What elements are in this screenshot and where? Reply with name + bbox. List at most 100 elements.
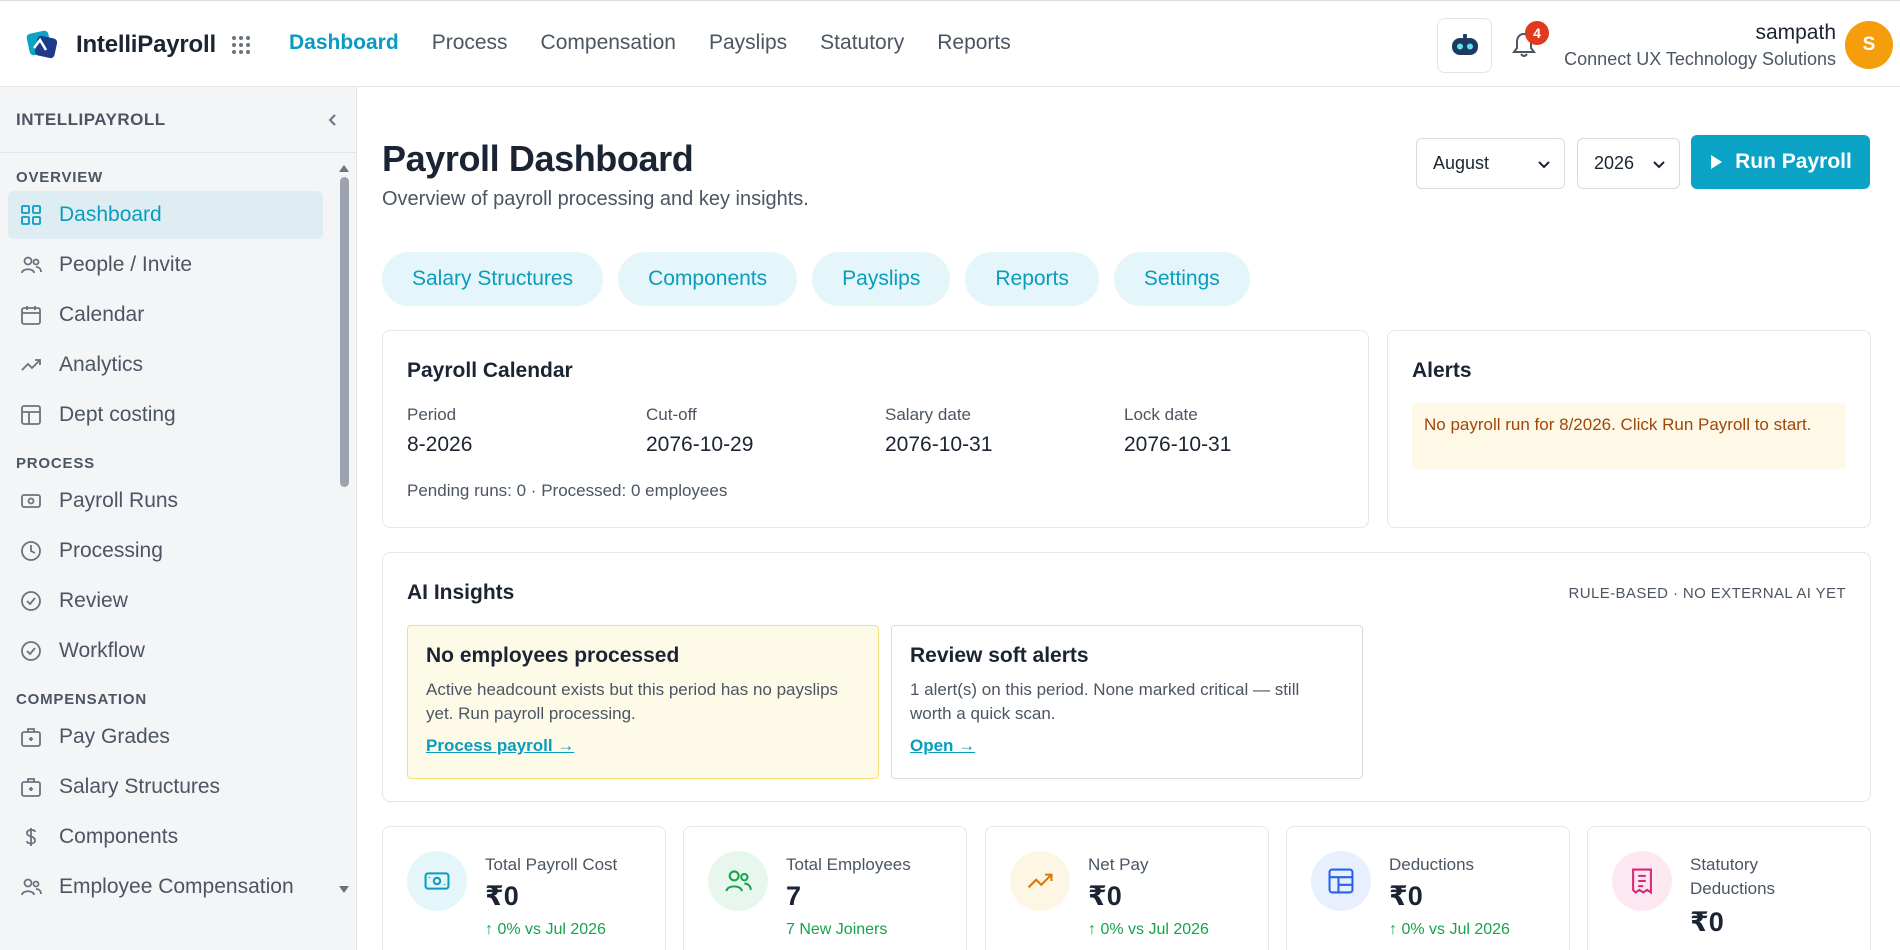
stat-delta: ↑ 0% vs Jul 2026 (1389, 921, 1510, 938)
play-icon (1711, 155, 1723, 169)
sidebar-item-workflow[interactable]: Workflow (8, 627, 323, 675)
topnav-dashboard[interactable]: Dashboard (289, 31, 399, 55)
insight-card: No employees processed Active headcount … (407, 625, 879, 779)
scroll-down-icon[interactable] (337, 883, 351, 897)
card-title: AI Insights (407, 581, 515, 604)
calendar-field-salary-date: Salary date 2076-10-31 (885, 405, 992, 457)
card-title: Payroll Calendar (407, 359, 573, 382)
stat-label: Net Pay (1088, 855, 1149, 874)
sidebar-menu: OVERVIEW Dashboard People / Invite Calen… (0, 153, 356, 950)
topnav-reports[interactable]: Reports (937, 31, 1011, 55)
sidebar-item-payroll-runs[interactable]: Payroll Runs (8, 477, 323, 525)
people-icon (708, 851, 768, 911)
stat-card-net-pay[interactable]: Net Pay ₹0 ↑ 0% vs Jul 2026 (985, 826, 1269, 950)
ai-assistant-button[interactable] (1437, 18, 1492, 73)
topnav-payslips[interactable]: Payslips (709, 31, 787, 55)
sidebar-item-label: Salary Structures (59, 775, 221, 798)
robot-icon (1451, 33, 1478, 55)
calendar-field-period: Period 8-2026 (407, 405, 472, 457)
chip-settings[interactable]: Settings (1113, 252, 1250, 306)
stat-label: Total Employees (786, 855, 911, 874)
chip-payslips[interactable]: Payslips (812, 252, 951, 306)
stat-label: Total Payroll Cost (485, 855, 618, 874)
briefcase-icon (20, 726, 42, 748)
topnav-statutory[interactable]: Statutory (820, 31, 904, 55)
trend-icon (20, 354, 42, 376)
check-circle-icon (20, 640, 42, 662)
sidebar-item-label: Analytics (59, 353, 144, 376)
cash-icon (407, 851, 467, 911)
chevron-down-icon (1538, 161, 1550, 169)
scroll-up-icon[interactable] (337, 161, 351, 175)
top-navigation-bar: IntelliPayroll Dashboard Process Compens… (0, 0, 1900, 87)
main-content: Payroll Dashboard Overview of payroll pr… (358, 88, 1900, 950)
stat-card-total-payroll-cost[interactable]: Total Payroll Cost ₹0 ↑ 0% vs Jul 2026 (382, 826, 666, 950)
stat-value: ₹0 (1389, 881, 1423, 911)
calendar-icon (20, 304, 42, 326)
sidebar-item-dept-costing[interactable]: Dept costing (8, 391, 323, 439)
sidebar-item-dashboard[interactable]: Dashboard (8, 191, 323, 239)
sidebar-item-label: Calendar (59, 303, 145, 326)
scrollbar-thumb[interactable] (340, 177, 349, 487)
sidebar-item-review[interactable]: Review (8, 577, 323, 625)
top-nav: Dashboard Process Compensation Payslips … (289, 31, 1044, 55)
avatar[interactable]: S (1845, 21, 1893, 69)
topnav-process[interactable]: Process (432, 31, 508, 55)
clock-icon (20, 540, 42, 562)
stat-card-deductions[interactable]: Deductions ₹0 ↑ 0% vs Jul 2026 (1286, 826, 1570, 950)
chip-components[interactable]: Components (618, 252, 798, 306)
receipt-icon (1612, 851, 1672, 911)
sidebar-item-components[interactable]: Components (8, 813, 323, 861)
sidebar-item-employee-compensation[interactable]: Employee Compensation (8, 863, 323, 911)
month-select-value: August (1433, 153, 1490, 173)
grid-icon (20, 204, 42, 226)
user-info[interactable]: sampath Connect UX Technology Solutions (1564, 21, 1836, 70)
chip-salary-structures[interactable]: Salary Structures (382, 252, 604, 306)
sidebar: INTELLIPAYROLL OVERVIEW Dashboard People… (0, 87, 357, 950)
sidebar-item-label: Workflow (59, 639, 145, 662)
table-icon (20, 404, 42, 426)
ai-mode-tag: RULE-BASED · NO EXTERNAL AI YET (1568, 585, 1846, 602)
chip-reports[interactable]: Reports (965, 252, 1099, 306)
sidebar-section-compensation: COMPENSATION (16, 691, 147, 708)
run-payroll-label: Run Payroll (1735, 150, 1852, 173)
sidebar-header: INTELLIPAYROLL (0, 87, 356, 153)
stat-delta: ↑ 0% vs Jul 2026 (1088, 921, 1209, 938)
stat-delta: 7 New Joiners (786, 921, 888, 938)
sidebar-item-label: Review (59, 589, 128, 612)
calendar-summary: Pending runs: 0 · Processed: 0 employees (407, 481, 728, 500)
sidebar-item-label: People / Invite (59, 253, 193, 276)
sidebar-scrollbar[interactable] (337, 155, 351, 950)
field-label: Period (407, 405, 457, 424)
sidebar-item-pay-grades[interactable]: Pay Grades (8, 713, 323, 761)
apps-grid-icon[interactable] (230, 34, 252, 56)
card-title: Alerts (1412, 359, 1472, 382)
field-value: 2076-10-31 (1124, 433, 1232, 456)
stat-card-total-employees[interactable]: Total Employees 7 7 New Joiners (683, 826, 967, 950)
sidebar-item-calendar[interactable]: Calendar (8, 291, 323, 339)
stat-card-statutory-deductions[interactable]: Statutory Deductions ₹0 (1587, 826, 1871, 950)
collapse-sidebar-icon[interactable] (326, 113, 340, 127)
app-name: IntelliPayroll (76, 31, 216, 58)
sidebar-item-processing[interactable]: Processing (8, 527, 323, 575)
alerts-card: Alerts No payroll run for 8/2026. Click … (1387, 330, 1871, 528)
sidebar-item-people-invite[interactable]: People / Invite (8, 241, 323, 289)
year-select[interactable]: 2026 (1577, 138, 1680, 189)
sidebar-item-analytics[interactable]: Analytics (8, 341, 323, 389)
topnav-compensation[interactable]: Compensation (541, 31, 676, 55)
process-payroll-link[interactable]: Process payroll → (426, 736, 574, 756)
field-label: Salary date (885, 405, 971, 424)
run-payroll-button[interactable]: Run Payroll (1691, 135, 1870, 189)
month-select[interactable]: August (1416, 138, 1565, 189)
trend-icon (1010, 851, 1070, 911)
stat-value: ₹0 (1690, 907, 1724, 937)
stat-value: ₹0 (1088, 881, 1122, 911)
sidebar-item-salary-structures[interactable]: Salary Structures (8, 763, 323, 811)
brand[interactable]: IntelliPayroll (26, 25, 252, 65)
briefcase-icon (20, 776, 42, 798)
open-alerts-link[interactable]: Open → (910, 736, 975, 756)
app-logo-icon (26, 30, 58, 59)
insight-heading: No employees processed (426, 644, 680, 667)
stat-label: Statutory Deductions (1690, 855, 1776, 898)
field-value: 8-2026 (407, 433, 473, 456)
